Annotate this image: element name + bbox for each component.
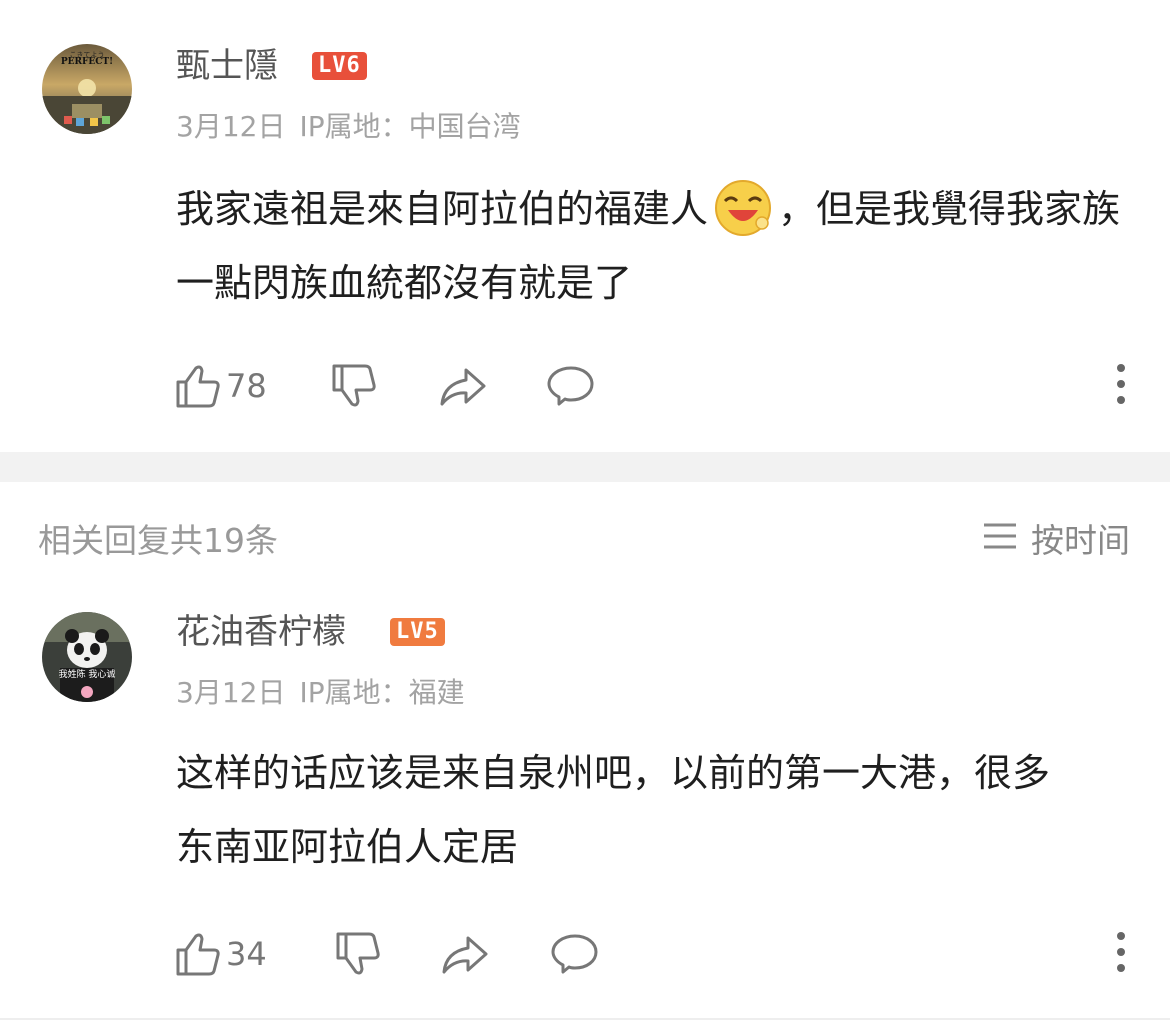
comment-bubble-icon: [550, 930, 600, 978]
comment-text: 这样的话应该是来自泉州吧，以前的第一大港，很多东南亚阿拉伯人定居: [176, 751, 1051, 869]
like-count: 34: [226, 935, 267, 973]
level-badge: LV5: [390, 618, 445, 646]
more-vertical-icon[interactable]: [1116, 932, 1126, 980]
bottom-divider: [0, 1018, 1170, 1020]
dislike-button[interactable]: [334, 924, 382, 984]
share-arrow-icon: [440, 930, 490, 978]
username[interactable]: 花油香柠檬: [176, 612, 346, 652]
comment-actions: 34: [0, 924, 1170, 984]
thumbs-down-icon: [334, 930, 382, 978]
avatar[interactable]: 我姓陈 我心诚: [42, 612, 132, 702]
thumbs-up-icon: [174, 930, 222, 978]
reply-button[interactable]: [550, 924, 600, 984]
avatar-caption: 我姓陈 我心诚: [58, 670, 116, 680]
comment-meta: 3月12日 IP属地：福建: [176, 676, 465, 710]
comment-card: 我姓陈 我心诚 花油香柠檬 LV5 3月12日 IP属地：福建 这样的话应该是来自…: [0, 0, 1170, 1020]
comment-date: 3月12日: [176, 676, 286, 709]
like-button[interactable]: 34: [174, 924, 267, 984]
share-button[interactable]: [440, 924, 490, 984]
ip-location: IP属地：福建: [299, 676, 465, 709]
